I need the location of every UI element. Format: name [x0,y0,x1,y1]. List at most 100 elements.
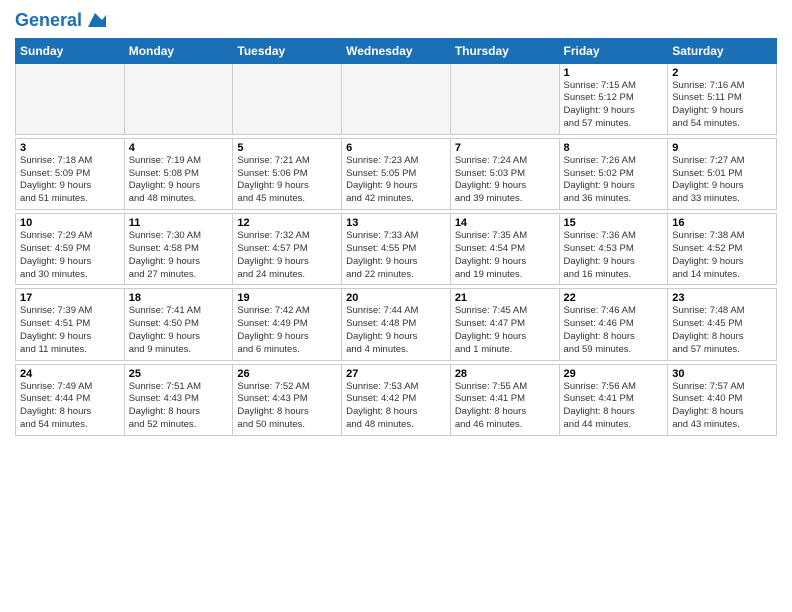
calendar-cell: 30Sunrise: 7:57 AM Sunset: 4:40 PM Dayli… [668,364,777,435]
day-number: 19 [237,292,337,304]
day-info: Sunrise: 7:42 AM Sunset: 4:49 PM Dayligh… [237,305,337,356]
day-number: 8 [564,142,664,154]
day-number: 10 [20,217,120,229]
logo-icon [84,9,106,31]
day-info: Sunrise: 7:24 AM Sunset: 5:03 PM Dayligh… [455,155,555,206]
day-info: Sunrise: 7:45 AM Sunset: 4:47 PM Dayligh… [455,305,555,356]
day-info: Sunrise: 7:44 AM Sunset: 4:48 PM Dayligh… [346,305,446,356]
calendar-cell: 15Sunrise: 7:36 AM Sunset: 4:53 PM Dayli… [559,214,668,285]
day-info: Sunrise: 7:53 AM Sunset: 4:42 PM Dayligh… [346,381,446,432]
calendar-cell: 1Sunrise: 7:15 AM Sunset: 5:12 PM Daylig… [559,63,668,134]
calendar-header-tuesday: Tuesday [233,38,342,63]
calendar-header-monday: Monday [124,38,233,63]
logo-text: General [15,10,82,32]
day-info: Sunrise: 7:56 AM Sunset: 4:41 PM Dayligh… [564,381,664,432]
day-number: 21 [455,292,555,304]
day-number: 24 [20,368,120,380]
day-info: Sunrise: 7:55 AM Sunset: 4:41 PM Dayligh… [455,381,555,432]
calendar-cell: 8Sunrise: 7:26 AM Sunset: 5:02 PM Daylig… [559,138,668,209]
day-number: 2 [672,67,772,79]
calendar-header-wednesday: Wednesday [342,38,451,63]
day-info: Sunrise: 7:48 AM Sunset: 4:45 PM Dayligh… [672,305,772,356]
calendar-cell: 9Sunrise: 7:27 AM Sunset: 5:01 PM Daylig… [668,138,777,209]
day-number: 26 [237,368,337,380]
calendar-cell: 27Sunrise: 7:53 AM Sunset: 4:42 PM Dayli… [342,364,451,435]
day-info: Sunrise: 7:51 AM Sunset: 4:43 PM Dayligh… [129,381,229,432]
calendar-cell: 25Sunrise: 7:51 AM Sunset: 4:43 PM Dayli… [124,364,233,435]
calendar-cell: 20Sunrise: 7:44 AM Sunset: 4:48 PM Dayli… [342,289,451,360]
calendar-cell: 14Sunrise: 7:35 AM Sunset: 4:54 PM Dayli… [450,214,559,285]
day-info: Sunrise: 7:29 AM Sunset: 4:59 PM Dayligh… [20,230,120,281]
calendar-cell: 18Sunrise: 7:41 AM Sunset: 4:50 PM Dayli… [124,289,233,360]
calendar-cell: 10Sunrise: 7:29 AM Sunset: 4:59 PM Dayli… [16,214,125,285]
calendar-cell: 29Sunrise: 7:56 AM Sunset: 4:41 PM Dayli… [559,364,668,435]
calendar-week-1: 1Sunrise: 7:15 AM Sunset: 5:12 PM Daylig… [16,63,777,134]
day-info: Sunrise: 7:23 AM Sunset: 5:05 PM Dayligh… [346,155,446,206]
calendar-cell: 6Sunrise: 7:23 AM Sunset: 5:05 PM Daylig… [342,138,451,209]
day-info: Sunrise: 7:38 AM Sunset: 4:52 PM Dayligh… [672,230,772,281]
day-number: 25 [129,368,229,380]
day-info: Sunrise: 7:26 AM Sunset: 5:02 PM Dayligh… [564,155,664,206]
calendar-cell: 2Sunrise: 7:16 AM Sunset: 5:11 PM Daylig… [668,63,777,134]
calendar-cell: 16Sunrise: 7:38 AM Sunset: 4:52 PM Dayli… [668,214,777,285]
day-info: Sunrise: 7:52 AM Sunset: 4:43 PM Dayligh… [237,381,337,432]
calendar-cell [16,63,125,134]
day-info: Sunrise: 7:19 AM Sunset: 5:08 PM Dayligh… [129,155,229,206]
day-number: 4 [129,142,229,154]
calendar-week-4: 17Sunrise: 7:39 AM Sunset: 4:51 PM Dayli… [16,289,777,360]
calendar-cell: 23Sunrise: 7:48 AM Sunset: 4:45 PM Dayli… [668,289,777,360]
calendar-cell: 26Sunrise: 7:52 AM Sunset: 4:43 PM Dayli… [233,364,342,435]
calendar-cell: 3Sunrise: 7:18 AM Sunset: 5:09 PM Daylig… [16,138,125,209]
day-info: Sunrise: 7:41 AM Sunset: 4:50 PM Dayligh… [129,305,229,356]
calendar-cell: 4Sunrise: 7:19 AM Sunset: 5:08 PM Daylig… [124,138,233,209]
calendar-week-3: 10Sunrise: 7:29 AM Sunset: 4:59 PM Dayli… [16,214,777,285]
calendar-cell: 12Sunrise: 7:32 AM Sunset: 4:57 PM Dayli… [233,214,342,285]
day-number: 17 [20,292,120,304]
day-number: 9 [672,142,772,154]
calendar-cell: 7Sunrise: 7:24 AM Sunset: 5:03 PM Daylig… [450,138,559,209]
calendar-header-row: SundayMondayTuesdayWednesdayThursdayFrid… [16,38,777,63]
day-number: 28 [455,368,555,380]
calendar-cell: 13Sunrise: 7:33 AM Sunset: 4:55 PM Dayli… [342,214,451,285]
day-info: Sunrise: 7:39 AM Sunset: 4:51 PM Dayligh… [20,305,120,356]
calendar-cell: 19Sunrise: 7:42 AM Sunset: 4:49 PM Dayli… [233,289,342,360]
day-info: Sunrise: 7:32 AM Sunset: 4:57 PM Dayligh… [237,230,337,281]
calendar-cell: 11Sunrise: 7:30 AM Sunset: 4:58 PM Dayli… [124,214,233,285]
day-info: Sunrise: 7:15 AM Sunset: 5:12 PM Dayligh… [564,80,664,131]
day-number: 6 [346,142,446,154]
day-number: 15 [564,217,664,229]
calendar-header-saturday: Saturday [668,38,777,63]
day-number: 29 [564,368,664,380]
calendar-cell [233,63,342,134]
day-info: Sunrise: 7:16 AM Sunset: 5:11 PM Dayligh… [672,80,772,131]
day-info: Sunrise: 7:33 AM Sunset: 4:55 PM Dayligh… [346,230,446,281]
calendar-table: SundayMondayTuesdayWednesdayThursdayFrid… [15,38,777,436]
day-info: Sunrise: 7:36 AM Sunset: 4:53 PM Dayligh… [564,230,664,281]
day-info: Sunrise: 7:27 AM Sunset: 5:01 PM Dayligh… [672,155,772,206]
day-number: 23 [672,292,772,304]
calendar-header-thursday: Thursday [450,38,559,63]
calendar-cell: 22Sunrise: 7:46 AM Sunset: 4:46 PM Dayli… [559,289,668,360]
day-info: Sunrise: 7:21 AM Sunset: 5:06 PM Dayligh… [237,155,337,206]
day-number: 22 [564,292,664,304]
header: General [15,10,777,32]
calendar-header-friday: Friday [559,38,668,63]
day-number: 11 [129,217,229,229]
day-info: Sunrise: 7:49 AM Sunset: 4:44 PM Dayligh… [20,381,120,432]
calendar-cell: 21Sunrise: 7:45 AM Sunset: 4:47 PM Dayli… [450,289,559,360]
calendar-cell: 24Sunrise: 7:49 AM Sunset: 4:44 PM Dayli… [16,364,125,435]
day-number: 13 [346,217,446,229]
calendar-cell [450,63,559,134]
calendar-cell: 5Sunrise: 7:21 AM Sunset: 5:06 PM Daylig… [233,138,342,209]
day-info: Sunrise: 7:30 AM Sunset: 4:58 PM Dayligh… [129,230,229,281]
day-number: 14 [455,217,555,229]
day-number: 5 [237,142,337,154]
day-number: 12 [237,217,337,229]
day-number: 16 [672,217,772,229]
day-number: 20 [346,292,446,304]
day-info: Sunrise: 7:46 AM Sunset: 4:46 PM Dayligh… [564,305,664,356]
day-number: 7 [455,142,555,154]
calendar-week-5: 24Sunrise: 7:49 AM Sunset: 4:44 PM Dayli… [16,364,777,435]
logo: General [15,10,106,32]
day-number: 1 [564,67,664,79]
